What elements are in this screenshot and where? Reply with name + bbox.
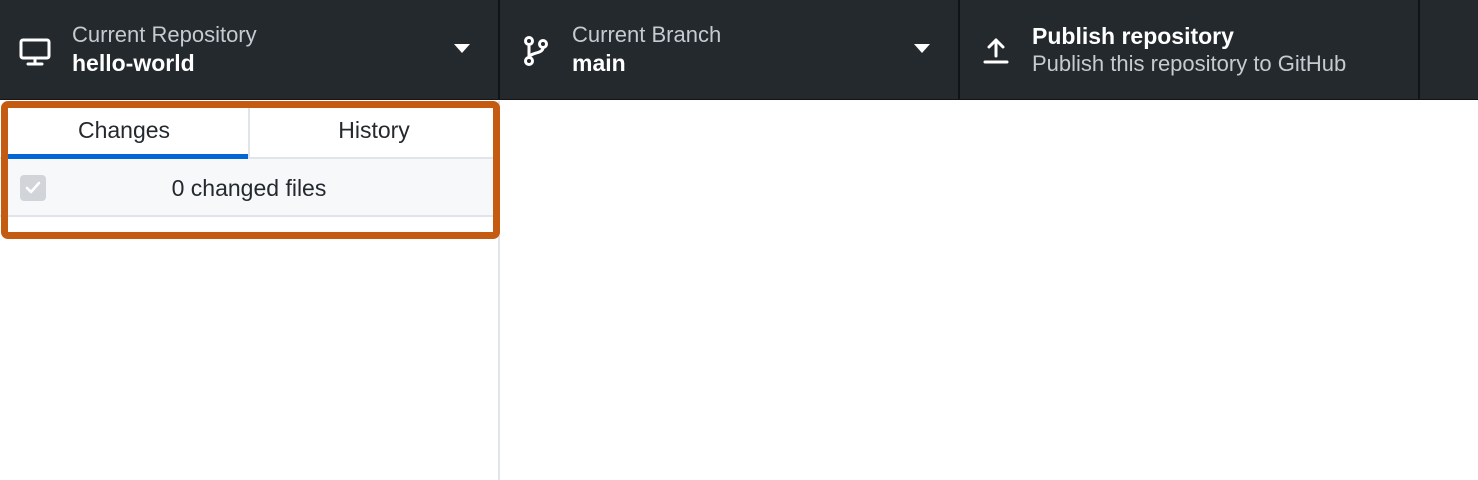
upload-icon xyxy=(979,34,1013,68)
current-repository-label: Current Repository xyxy=(72,22,257,47)
publish-repository-text: Publish repository Publish this reposito… xyxy=(1032,22,1346,78)
current-branch-name: main xyxy=(572,50,626,76)
current-repository-name: hello-world xyxy=(72,50,195,76)
changes-list-header: 0 changed files xyxy=(0,159,498,217)
current-branch-text: Current Branch main xyxy=(572,21,721,77)
publish-repository-title: Publish repository xyxy=(1032,23,1234,49)
sidebar: Changes History 0 changed files xyxy=(0,101,500,480)
changed-files-count: 0 changed files xyxy=(171,175,327,201)
chevron-down-icon xyxy=(914,44,930,53)
current-repository-dropdown[interactable]: Current Repository hello-world xyxy=(0,0,500,99)
publish-repository-button[interactable]: Publish repository Publish this reposito… xyxy=(960,0,1420,99)
current-repository-text: Current Repository hello-world xyxy=(72,21,257,77)
app-toolbar: Current Repository hello-world Current B… xyxy=(0,0,1478,100)
desktop-icon xyxy=(18,34,52,68)
publish-repository-subtitle: Publish this repository to GitHub xyxy=(1032,51,1347,76)
tab-changes[interactable]: Changes xyxy=(0,101,250,159)
chevron-down-icon xyxy=(454,44,470,53)
git-branch-icon xyxy=(519,34,553,68)
current-branch-label: Current Branch xyxy=(572,22,722,47)
sidebar-tabs: Changes History xyxy=(0,101,498,159)
main-content-area xyxy=(500,101,1478,480)
tab-history[interactable]: History xyxy=(250,101,498,157)
current-branch-dropdown[interactable]: Current Branch main xyxy=(500,0,960,99)
